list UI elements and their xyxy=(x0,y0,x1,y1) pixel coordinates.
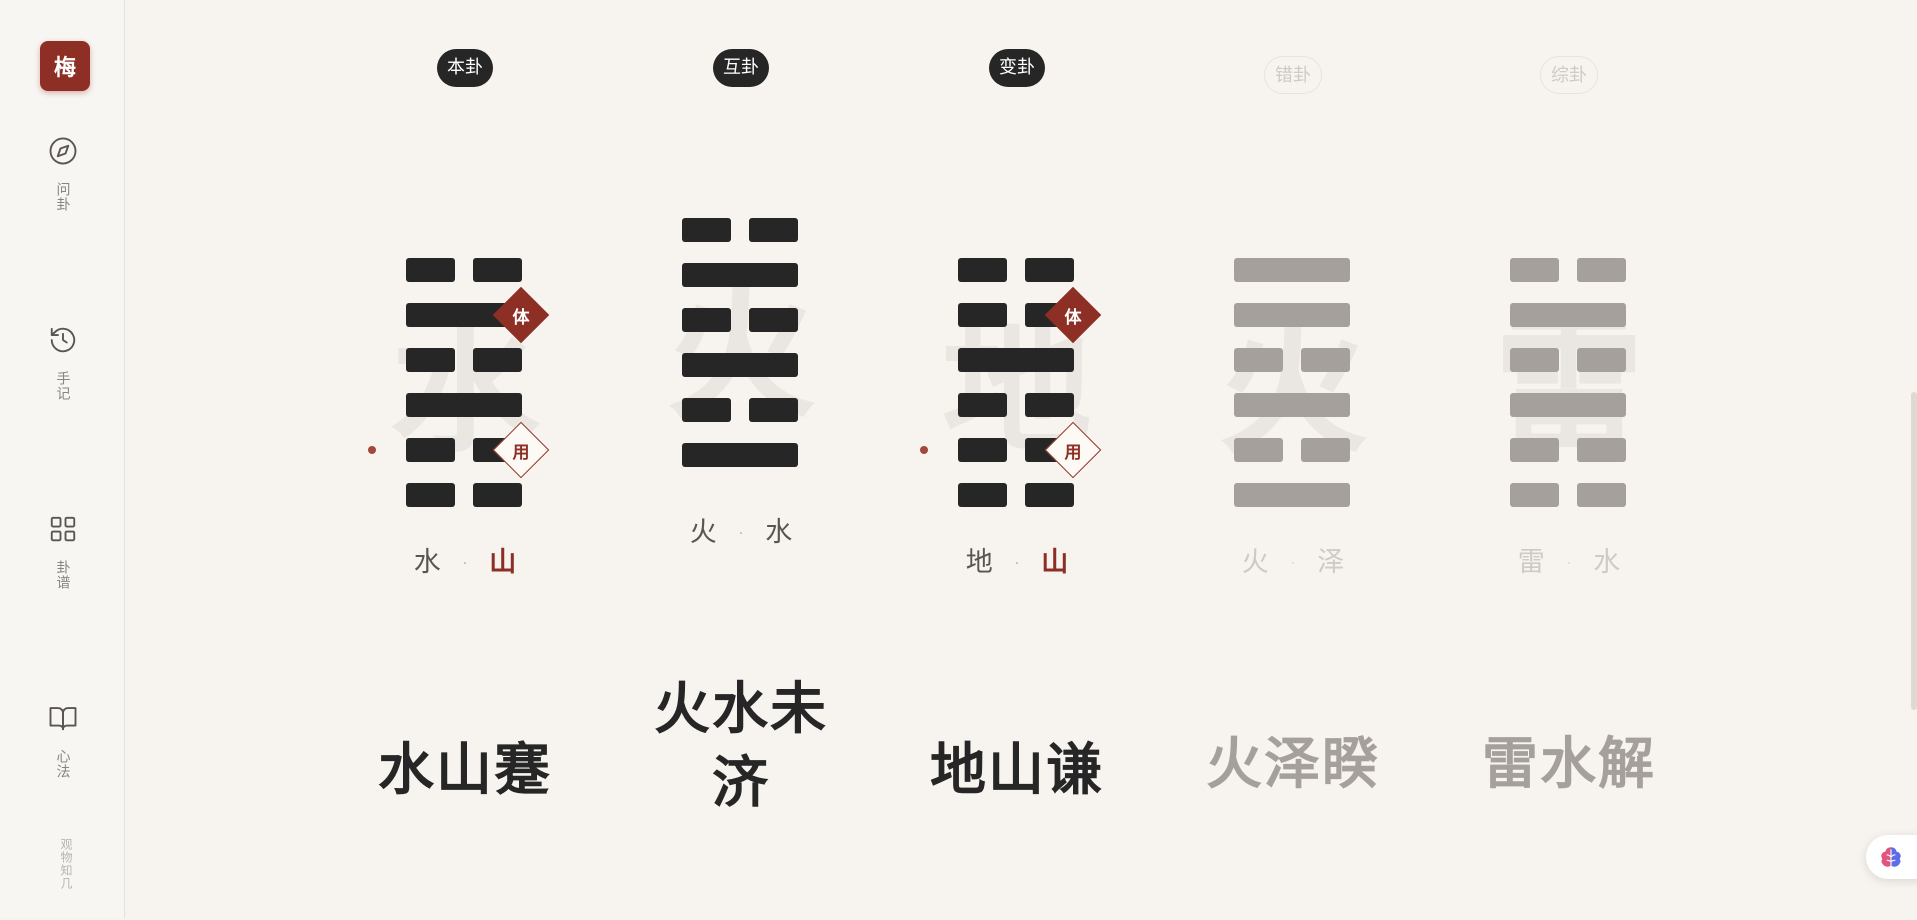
tab-hexagram[interactable]: 变卦 xyxy=(989,49,1045,87)
hexagram-column: 本卦水 用 体水 · 山水山蹇 xyxy=(327,0,603,920)
trigram-names: 水 · 山 xyxy=(327,540,603,579)
sidebar-item-label: 卦谱 xyxy=(54,560,71,590)
ti-label: 体 xyxy=(1064,307,1082,328)
lower-trigram: 地 xyxy=(965,547,993,578)
tab-hexagram[interactable]: 本卦 xyxy=(437,49,493,87)
compass-icon xyxy=(49,137,76,165)
hexagram-column: 互卦火火 · 水火水未济 xyxy=(603,0,879,920)
sidebar-item-xinfa[interactable]: 心法 xyxy=(0,703,125,783)
yang-line xyxy=(1510,393,1626,417)
yong-marker: 用 xyxy=(1044,421,1102,479)
grid-icon xyxy=(50,516,75,542)
hexagram-name-line: 济 xyxy=(712,750,770,816)
upper-trigram: 山 xyxy=(1041,547,1069,578)
hexagram-column: 变卦地 用 体地 · 山地山谦 xyxy=(879,0,1155,920)
sidebar-item-wengua[interactable]: 问卦 xyxy=(0,136,125,216)
yin-line xyxy=(682,398,798,422)
history-icon xyxy=(50,327,75,353)
yin-line xyxy=(406,258,522,282)
sidebar-item-label: 心法 xyxy=(54,749,71,779)
yang-line xyxy=(682,263,798,287)
yong-marker: 用 xyxy=(492,421,550,479)
lower-trigram: 火 xyxy=(1241,547,1269,578)
brain-icon xyxy=(1881,847,1901,867)
hexagram-name-line: 火水未 xyxy=(654,676,828,742)
lower-trigram: 火 xyxy=(689,517,717,548)
yin-line xyxy=(1510,258,1626,282)
brand-motto: 观物知几 xyxy=(59,838,73,890)
hexagram-column: 综卦雷雷 · 水雷水解 xyxy=(1431,0,1707,920)
yang-line xyxy=(1234,258,1350,282)
sidebar-item-shouji[interactable]: 手记 xyxy=(0,325,125,405)
trigram-separator: · xyxy=(1014,555,1020,572)
ti-label: 体 xyxy=(512,307,530,328)
upper-trigram: 水 xyxy=(1593,547,1621,578)
lower-trigram: 水 xyxy=(413,547,441,578)
upper-trigram: 山 xyxy=(489,547,517,578)
trigram-separator: · xyxy=(462,555,468,572)
yang-line xyxy=(1234,483,1350,507)
upper-trigram: 水 xyxy=(765,517,793,548)
yin-line xyxy=(1510,348,1626,372)
upper-trigram: 泽 xyxy=(1317,547,1345,578)
yin-line xyxy=(958,393,1074,417)
yin-line xyxy=(406,348,522,372)
book-icon xyxy=(49,707,76,731)
trigram-names: 火 · 水 xyxy=(603,510,879,549)
yang-line xyxy=(682,443,798,467)
tab-hexagram[interactable]: 错卦 xyxy=(1264,56,1322,94)
yong-label: 用 xyxy=(1064,442,1082,463)
sidebar-item-label: 手记 xyxy=(54,371,71,401)
yang-line xyxy=(406,393,522,417)
yong-label: 用 xyxy=(512,442,530,463)
yin-line xyxy=(958,258,1074,282)
sidebar-item-guapu[interactable]: 卦谱 xyxy=(0,514,125,594)
sidebar: 梅 问卦 手记 卦谱 心法 观物知几 xyxy=(0,0,125,918)
lower-trigram: 雷 xyxy=(1517,547,1545,578)
trigram-names: 地 · 山 xyxy=(879,540,1155,579)
yin-line xyxy=(682,308,798,332)
ti-marker: 体 xyxy=(1044,286,1102,344)
yang-line xyxy=(1234,303,1350,327)
yin-line xyxy=(1510,438,1626,462)
hexagram-column: 错卦火火 · 泽火泽睽 xyxy=(1155,0,1431,920)
yang-line xyxy=(1234,393,1350,417)
yin-line xyxy=(958,483,1074,507)
tab-hexagram[interactable]: 互卦 xyxy=(713,49,769,87)
ti-marker: 体 xyxy=(492,286,550,344)
scrollbar[interactable] xyxy=(1911,392,1917,710)
yin-line xyxy=(1234,348,1350,372)
hexagram-name: 火水未济 xyxy=(603,672,879,820)
moving-line-dot xyxy=(368,446,376,454)
trigram-separator: · xyxy=(738,525,744,542)
sidebar-item-label: 问卦 xyxy=(54,182,71,212)
yang-line xyxy=(1510,303,1626,327)
tab-hexagram[interactable]: 综卦 xyxy=(1540,56,1598,94)
hexagram-name: 火泽睽 xyxy=(1206,731,1380,797)
yin-line xyxy=(682,218,798,242)
trigram-separator: · xyxy=(1290,555,1296,572)
moving-line-dot xyxy=(920,446,928,454)
hexagram-panel: 本卦水用体水 · 山水山蹇 互卦火火 · 水火水未济变卦地用体地 · 山地山谦 错卦火火 · 泽火泽… xyxy=(126,0,1917,920)
yang-line xyxy=(682,353,798,377)
hexagram-name: 雷水解 xyxy=(1482,731,1656,797)
yin-line xyxy=(1510,483,1626,507)
yang-line xyxy=(958,348,1074,372)
trigram-names: 火 · 泽 xyxy=(1155,540,1431,579)
trigram-names: 雷 · 水 xyxy=(1431,540,1707,579)
yin-line xyxy=(1234,438,1350,462)
hexagram-name: 地山谦 xyxy=(930,737,1104,803)
hexagram-name: 水山蹇 xyxy=(378,737,552,803)
yin-line xyxy=(406,483,522,507)
ai-assistant-button[interactable] xyxy=(1866,835,1917,879)
app-logo[interactable]: 梅 xyxy=(40,41,90,91)
trigram-separator: · xyxy=(1566,555,1572,572)
